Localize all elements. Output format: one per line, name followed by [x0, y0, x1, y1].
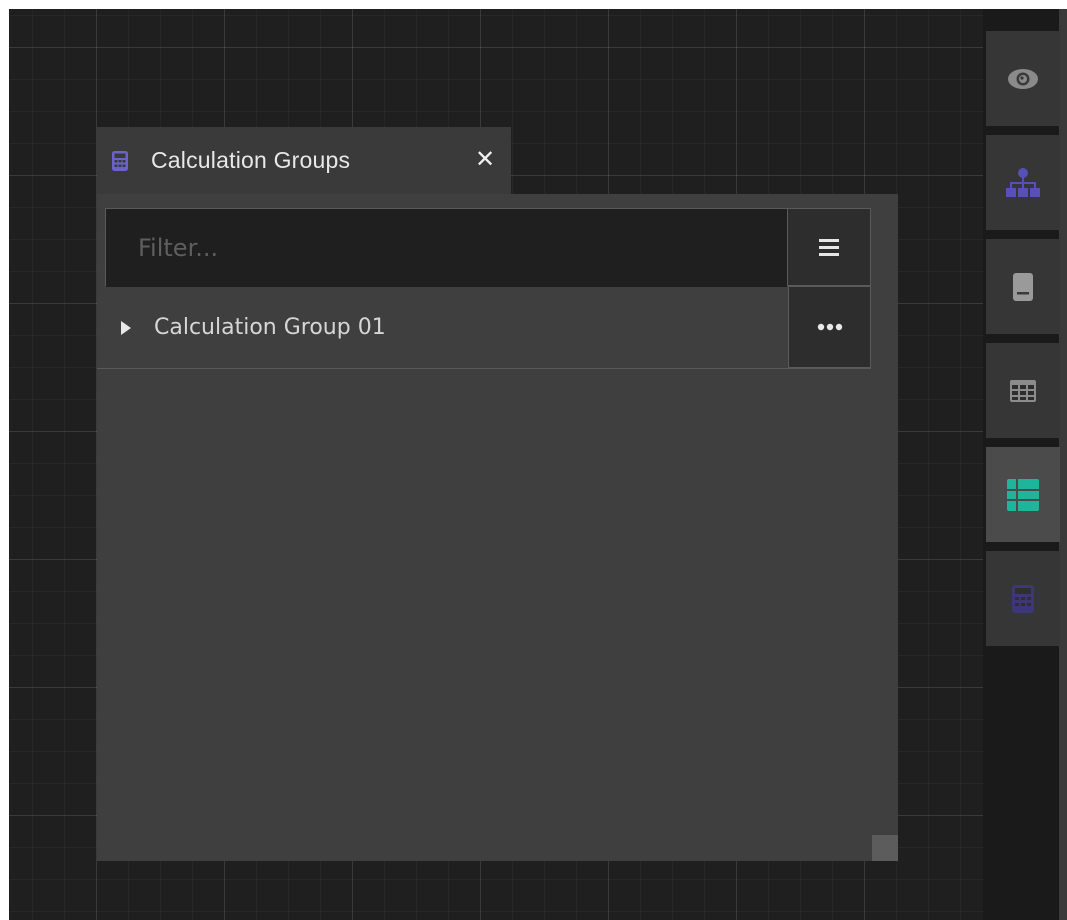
calculator-icon — [109, 150, 131, 172]
document-icon — [1013, 272, 1033, 301]
close-icon[interactable]: ✕ — [471, 145, 499, 173]
filter-menu-button[interactable] — [787, 209, 870, 285]
table-list-icon — [1007, 478, 1039, 511]
tree-item-label: Calculation Group 01 — [154, 315, 386, 340]
tab-title: Calculation Groups — [151, 147, 351, 173]
eye-icon — [1008, 68, 1038, 89]
filter-input[interactable] — [106, 209, 787, 287]
expand-arrow-icon[interactable] — [120, 320, 132, 336]
sidebar-item-perspectives[interactable] — [986, 31, 1060, 126]
calculator-icon — [1012, 584, 1034, 613]
tree-item-calculation-group[interactable]: Calculation Group 01 — [97, 286, 871, 369]
resize-handle[interactable] — [872, 835, 898, 861]
sidebar-item-calculation-groups[interactable] — [986, 551, 1060, 646]
item-more-button[interactable] — [788, 286, 871, 368]
calculation-groups-panel: Calculation Group 01 — [97, 194, 898, 861]
sidebar-item-documents[interactable] — [986, 239, 1060, 334]
vertical-scrollbar[interactable] — [1059, 9, 1067, 920]
table-grid-icon — [1010, 379, 1036, 402]
more-horizontal-icon — [817, 323, 842, 331]
hierarchy-icon — [1006, 167, 1040, 197]
hamburger-menu-icon — [819, 238, 839, 256]
filter-bar — [105, 208, 871, 287]
calculation-groups-tab[interactable]: Calculation Groups ✕ — [97, 127, 511, 194]
right-sidebar — [986, 31, 1060, 646]
sidebar-item-hierarchy[interactable] — [986, 135, 1060, 230]
sidebar-item-table-list[interactable] — [986, 447, 1060, 542]
sidebar-item-tables[interactable] — [986, 343, 1060, 438]
